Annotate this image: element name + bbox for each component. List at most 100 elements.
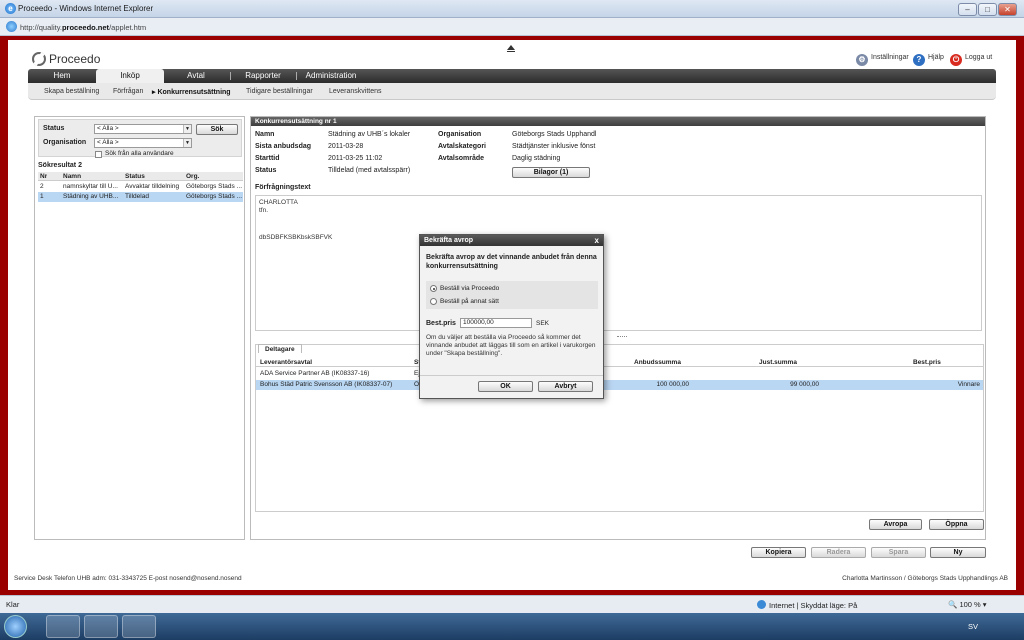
- field-label: Namn: [255, 131, 275, 138]
- radera-button[interactable]: Radera: [811, 547, 866, 558]
- logout-link[interactable]: ⏻ Logga ut: [950, 54, 992, 66]
- footer-contact: Service Desk Telefon UHB adm: 031-334372…: [14, 575, 242, 582]
- col-namn[interactable]: Namn: [63, 173, 81, 180]
- field-value: Daglig städning: [512, 155, 561, 162]
- kopiera-button[interactable]: Kopiera: [751, 547, 806, 558]
- ok-button[interactable]: OK: [478, 381, 533, 392]
- detail-panel: Konkurrensutsättning nr 1 Namn Städning …: [250, 116, 986, 540]
- attachments-button[interactable]: Bilagor (1): [512, 167, 590, 178]
- nav-inkop[interactable]: Inköp: [96, 69, 164, 83]
- table-row[interactable]: 2 namnskyltar till U... Avvaktar tilldel…: [38, 182, 243, 192]
- table-row[interactable]: ADA Service Partner AB (IK08337-16) Ej: [256, 369, 983, 379]
- url-text[interactable]: http://quality.proceedo.net/applet.htm: [20, 23, 146, 32]
- request-text-area[interactable]: CHARLOTTA tfn. dbSDBFKSBKbskSBFVK: [255, 195, 982, 331]
- request-text-label: Förfrågningstext: [255, 184, 311, 191]
- globe-icon: [757, 600, 766, 609]
- all-users-checkbox[interactable]: [95, 151, 102, 158]
- dialog-info: Om du väljer att beställa via Proceedo s…: [426, 334, 596, 357]
- taskbar-word-icon[interactable]: [122, 615, 156, 638]
- subnav-konkurrensutsattning[interactable]: ▸ Konkurrensutsättning: [152, 88, 231, 96]
- maximize-button[interactable]: □: [978, 3, 997, 16]
- zoom-control[interactable]: 🔍 100 % ▾: [948, 600, 987, 609]
- col-just-summa[interactable]: Just.summa: [759, 359, 797, 366]
- col-anbudssumma[interactable]: Anbudssumma: [634, 359, 681, 366]
- option-proceedo-radio[interactable]: [430, 285, 437, 292]
- spara-button[interactable]: Spara: [871, 547, 926, 558]
- field-value: Göteborgs Stads Upphandl: [512, 131, 597, 138]
- organisation-select[interactable]: < Alla > ▼: [94, 138, 192, 148]
- cell-supplier: ADA Service Partner AB (IK08337-16): [260, 370, 370, 377]
- ny-button[interactable]: Ny: [930, 547, 986, 558]
- cell-adjusted: 99 000,00: [790, 381, 819, 388]
- subnav-tidigare-bestallningar[interactable]: Tidigare beställningar: [246, 88, 313, 95]
- cell-bid: 100 000,00: [656, 381, 689, 388]
- windows-taskbar: SV: [0, 613, 1024, 640]
- subnav-leveranskvittens[interactable]: Leveranskvittens: [329, 88, 382, 95]
- field-label: Sista anbudsdag: [255, 143, 312, 150]
- col-status[interactable]: Status: [125, 173, 145, 180]
- nav-rapporter[interactable]: Rapporter: [233, 69, 293, 83]
- oppna-button[interactable]: Öppna: [929, 519, 984, 530]
- cell-order-price: Vinnare: [957, 381, 980, 388]
- price-label: Best.pris: [426, 320, 456, 327]
- cell-nr: 1: [40, 193, 44, 200]
- field-label: Organisation: [438, 131, 482, 138]
- col-nr[interactable]: Nr: [40, 173, 47, 180]
- participants-header: Leverantörsavtal St Anbudssumma Just.sum…: [256, 357, 983, 367]
- price-input[interactable]: 100000,00: [460, 318, 532, 328]
- subnav-forfragan[interactable]: Förfrågan: [113, 88, 143, 95]
- page-icon: [6, 21, 17, 32]
- cell-status: Tilldelad: [125, 193, 149, 200]
- address-bar[interactable]: http://quality.proceedo.net/applet.htm: [0, 18, 1024, 36]
- settings-icon: ⚙: [856, 54, 868, 66]
- help-icon: ?: [913, 54, 925, 66]
- confirm-dialog: Bekräfta avrop x Bekräfta avrop av det v…: [419, 234, 604, 399]
- status-select[interactable]: < Alla > ▼: [94, 124, 192, 134]
- col-leverantorsavtal[interactable]: Leverantörsavtal: [260, 359, 312, 366]
- cell-supplier: Bohus Städ Patric Svensson AB (IK08337-0…: [260, 381, 393, 388]
- settings-link[interactable]: ⚙ Inställningar: [856, 54, 909, 66]
- power-icon: ⏻: [950, 54, 962, 66]
- chevron-down-icon: ▼: [183, 125, 191, 133]
- nav-administration[interactable]: Administration: [298, 69, 364, 83]
- cancel-button[interactable]: Avbryt: [538, 381, 593, 392]
- close-icon[interactable]: x: [595, 235, 599, 246]
- field-label: Starttid: [255, 155, 280, 162]
- col-org[interactable]: Org.: [186, 173, 199, 180]
- help-link[interactable]: ? Hjälp: [913, 54, 944, 66]
- browser-status-bar: Klar Internet | Skyddat läge: På 🔍 100 %…: [0, 595, 1024, 613]
- avropa-button[interactable]: Avropa: [869, 519, 922, 530]
- table-row[interactable]: 1 Städning av UHB... Tilldelad Göteborgs…: [38, 192, 243, 202]
- field-value: Tilldelad (med avtalsspärr): [328, 167, 411, 174]
- subnav-skapa-bestallning[interactable]: Skapa beställning: [44, 88, 99, 95]
- start-button[interactable]: [4, 615, 27, 638]
- security-zone[interactable]: Internet | Skyddat läge: På: [757, 600, 857, 610]
- cell-namn: Städning av UHB...: [63, 193, 119, 200]
- participants-panel: Deltagare Leverantörsavtal St Anbudssumm…: [255, 344, 984, 512]
- zoom-icon: 🔍: [948, 600, 960, 609]
- option-other-radio[interactable]: [430, 298, 437, 305]
- cell-org: Göteborgs Stads ...: [186, 183, 243, 190]
- currency-label: SEK: [536, 320, 550, 327]
- collapse-arrow-icon[interactable]: [507, 45, 515, 52]
- field-value: 2011-03-28: [328, 143, 364, 150]
- col-best-pris[interactable]: Best.pris: [913, 359, 941, 366]
- cell-status: Avvaktar tilldelning: [125, 183, 180, 190]
- taskbar-ie-icon[interactable]: [84, 615, 118, 638]
- tab-deltagare[interactable]: Deltagare: [258, 344, 302, 353]
- dialog-title: Bekräfta avrop: [420, 235, 603, 246]
- close-window-button[interactable]: ✕: [998, 3, 1017, 16]
- taskbar-app-icon[interactable]: [46, 615, 80, 638]
- nav-avtal[interactable]: Avtal: [166, 69, 226, 83]
- search-button[interactable]: Sök: [196, 124, 238, 135]
- table-row[interactable]: Bohus Städ Patric Svensson AB (IK08337-0…: [256, 380, 983, 390]
- detail-header: Konkurrensutsättning nr 1: [251, 117, 985, 126]
- sub-nav: Skapa beställning Förfrågan ▸ Konkurrens…: [28, 83, 996, 100]
- field-value: 2011-03-25 11:02: [328, 155, 383, 162]
- splitter-handle[interactable]: [617, 336, 627, 338]
- language-indicator[interactable]: SV: [968, 622, 978, 631]
- nav-hem[interactable]: Hem: [28, 69, 96, 83]
- field-label: Status: [255, 167, 277, 174]
- minimize-button[interactable]: –: [958, 3, 977, 16]
- ie-logo-icon: e: [5, 3, 16, 14]
